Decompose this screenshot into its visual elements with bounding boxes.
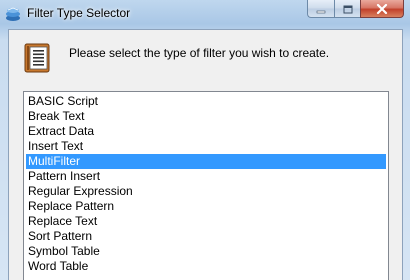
filter-app-icon	[5, 6, 21, 22]
filter-list-item[interactable]: Replace Pattern	[26, 199, 386, 214]
filter-document-icon	[21, 42, 53, 74]
filter-list-item[interactable]: Break Text	[26, 109, 386, 124]
maximize-icon	[343, 0, 353, 18]
filter-list-item[interactable]: Word Table	[26, 259, 386, 274]
filter-type-selector-window: Filter Type Selector Please select the t…	[0, 0, 410, 280]
filter-list-item[interactable]: Insert Text	[26, 139, 386, 154]
window-title: Filter Type Selector	[27, 6, 131, 20]
filter-type-listbox[interactable]: BASIC Script Break Text Extract Data Insert…	[23, 91, 389, 280]
caption-buttons	[307, 0, 404, 19]
filter-list-item[interactable]: MultiFilter	[26, 154, 386, 169]
close-button[interactable]	[360, 0, 404, 18]
dialog-client-area: Please select the type of filter you wis…	[8, 29, 403, 280]
minimize-icon	[316, 0, 326, 18]
dialog-header: Please select the type of filter you wis…	[9, 30, 402, 84]
filter-list-item[interactable]: Replace Text	[26, 214, 386, 229]
minimize-button[interactable]	[307, 0, 334, 18]
filter-list-item[interactable]: Symbol Table	[26, 244, 386, 259]
filter-list-item[interactable]: BASIC Script	[26, 94, 386, 109]
filter-list-item[interactable]: Extract Data	[26, 124, 386, 139]
filter-list-item[interactable]: Regular Expression	[26, 184, 386, 199]
dialog-prompt: Please select the type of filter you wis…	[69, 46, 330, 60]
filter-list-item[interactable]: Pattern Insert	[26, 169, 386, 184]
title-bar[interactable]: Filter Type Selector	[0, 0, 410, 28]
maximize-button[interactable]	[334, 0, 360, 18]
filter-list-item[interactable]: Sort Pattern	[26, 229, 386, 244]
close-icon	[376, 0, 388, 18]
